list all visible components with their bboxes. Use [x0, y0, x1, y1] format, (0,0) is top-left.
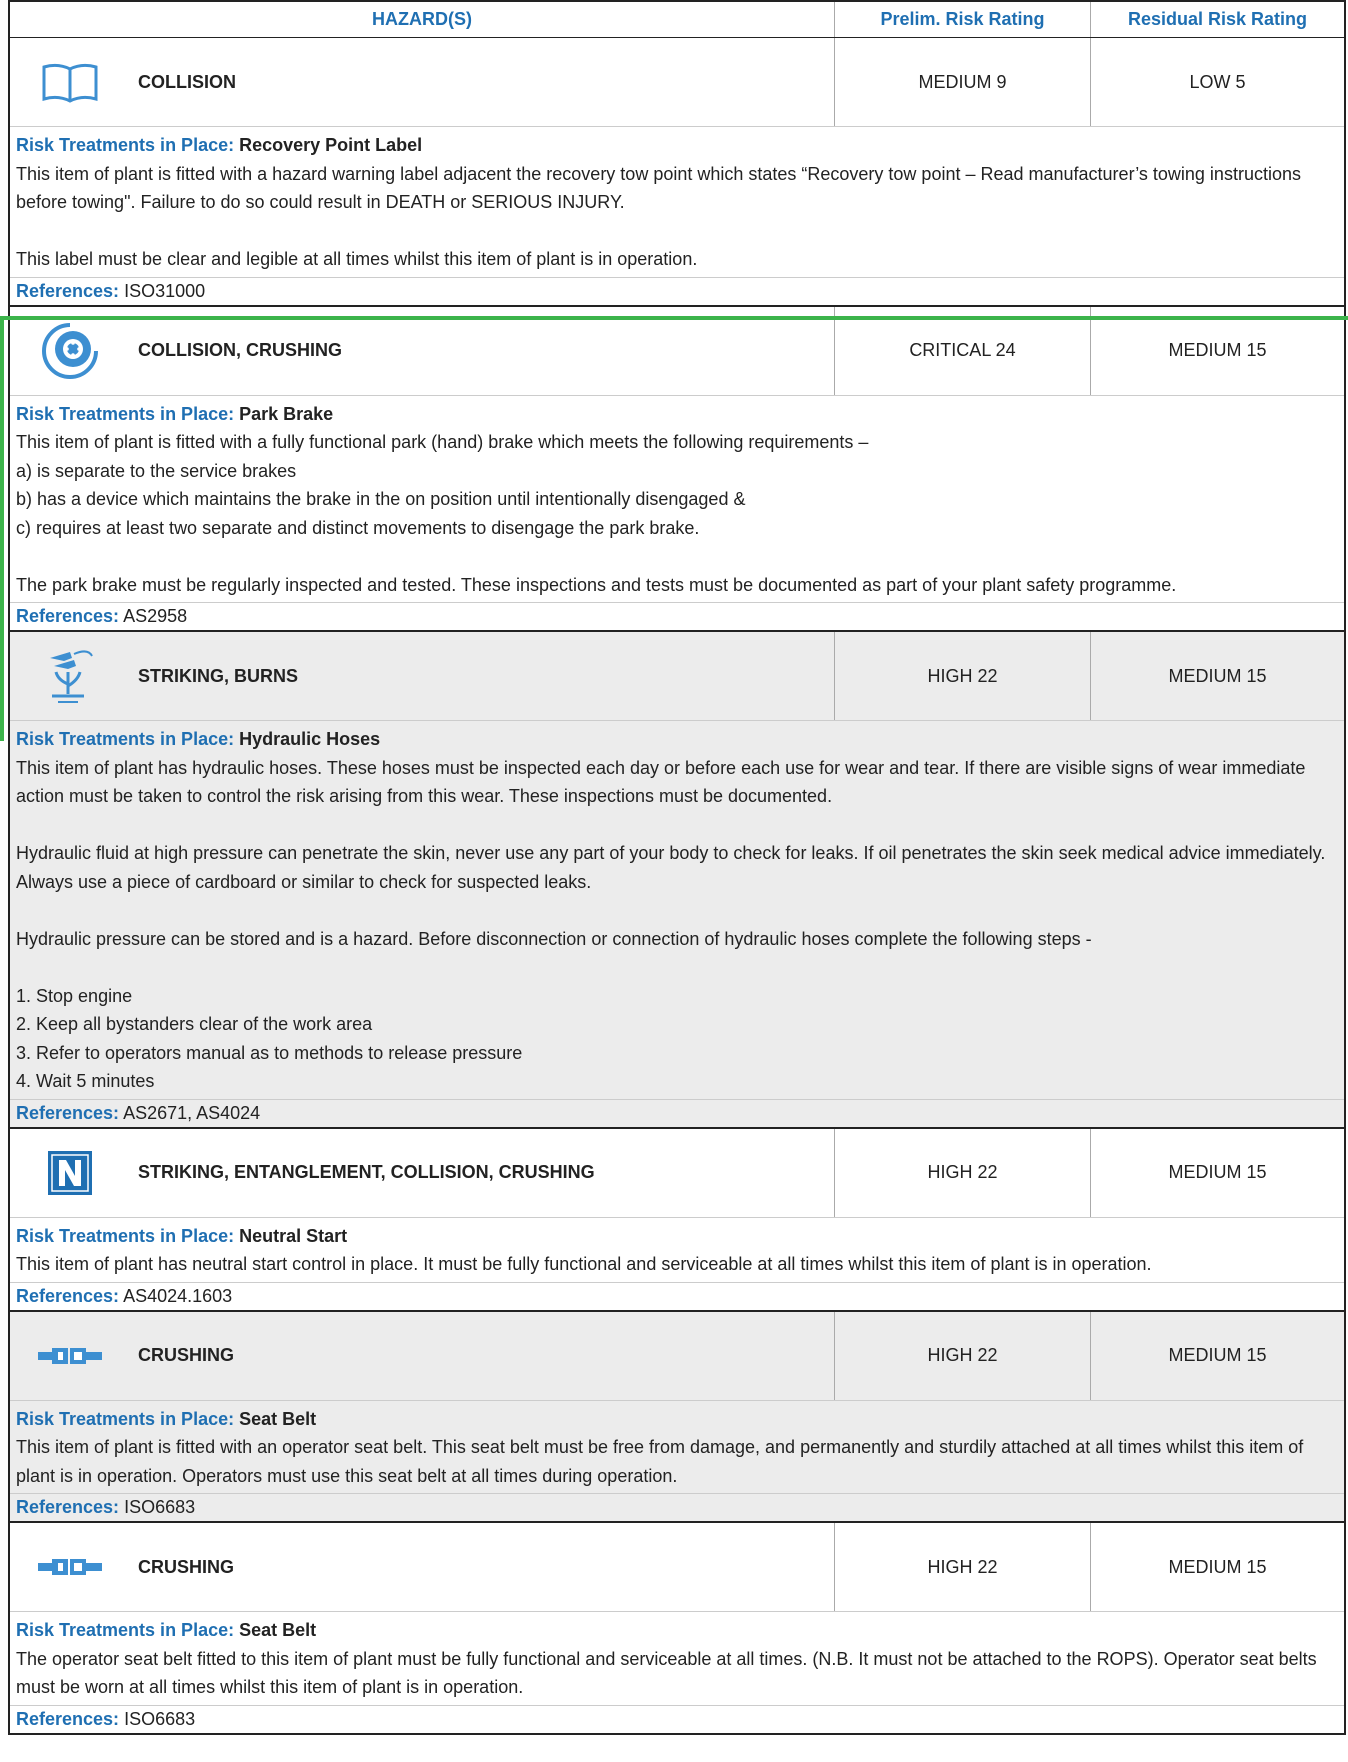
- header-residual-rating: Residual Risk Rating: [1127, 9, 1308, 29]
- prelim-rating: HIGH 22: [835, 1311, 1091, 1400]
- treatment-text: This item of plant is fitted with an ope…: [16, 1437, 1309, 1486]
- prelim-rating: MEDIUM 9: [835, 38, 1091, 126]
- treatment-text: This item of plant has hydraulic hoses. …: [16, 757, 1326, 1092]
- table-header: HAZARD(S) Prelim. Risk Rating Residual R…: [8, 0, 1346, 38]
- references-label: References:: [16, 1102, 120, 1123]
- prelim-rating: HIGH 22: [835, 1523, 1091, 1611]
- treatment-name: Seat Belt: [239, 1408, 317, 1429]
- hazard-row: CRUSHING HIGH 22 MEDIUM 15 Risk Treatmen…: [8, 1523, 1346, 1735]
- references-label: References:: [16, 280, 120, 301]
- treatment-name: Seat Belt: [239, 1620, 317, 1640]
- risk-assessment-table: HAZARD(S) Prelim. Risk Rating Residual R…: [8, 0, 1346, 1735]
- hazard-row: COLLISION, CRUSHING CRITICAL 24 MEDIUM 1…: [8, 306, 1346, 632]
- treatment-text: This item of plant has neutral start con…: [16, 1254, 1152, 1274]
- treatments-label: Risk Treatments in Place:: [16, 403, 235, 424]
- references: References: AS2671, AS4024: [10, 1098, 1344, 1127]
- treatment-section: Risk Treatments in Place: Neutral Start …: [10, 1218, 1344, 1282]
- brake-icon: [10, 307, 130, 395]
- hazard-title: COLLISION, CRUSHING: [138, 340, 343, 360]
- hazard-row: COLLISION MEDIUM 9 LOW 5 Risk Treatments…: [8, 38, 1346, 307]
- references: References: AS2958: [10, 602, 1344, 630]
- hazard-title: CRUSHING: [138, 1556, 235, 1577]
- treatment-section: Risk Treatments in Place: Park Brake Thi…: [10, 396, 1344, 603]
- references: References: ISO6683: [10, 1704, 1344, 1733]
- residual-rating: MEDIUM 15: [1168, 1556, 1267, 1577]
- header-prelim-rating: Prelim. Risk Rating: [835, 2, 1091, 37]
- treatment-text: This item of plant is fitted with a full…: [16, 432, 1177, 595]
- treatment-name: Recovery Point Label: [239, 135, 423, 155]
- references-label: References:: [16, 1708, 120, 1729]
- treatment-text: This item of plant is fitted with a haza…: [16, 163, 1301, 270]
- hazard-title: STRIKING, ENTANGLEMENT, COLLISION, CRUSH…: [138, 1162, 595, 1182]
- hazard-summary: CRUSHING HIGH 22 MEDIUM 15: [10, 1523, 1344, 1612]
- treatments-label: Risk Treatments in Place:: [16, 135, 235, 155]
- hazard-summary: STRIKING, BURNS HIGH 22 MEDIUM 15: [10, 632, 1344, 721]
- hazard-title: CRUSHING: [138, 1345, 235, 1365]
- header-hazards: HAZARD(S): [10, 2, 835, 37]
- hydraulic-hose-icon: [10, 632, 130, 720]
- residual-rating: MEDIUM 15: [1168, 1162, 1267, 1182]
- references: References: AS4024.1603: [10, 1281, 1344, 1310]
- treatment-section: Risk Treatments in Place: Hydraulic Hose…: [10, 721, 1344, 1099]
- hazard-summary: STRIKING, ENTANGLEMENT, COLLISION, CRUSH…: [10, 1128, 1344, 1218]
- treatment-section: Risk Treatments in Place: Recovery Point…: [10, 127, 1344, 277]
- residual-rating: MEDIUM 15: [1168, 1345, 1267, 1365]
- residual-rating: MEDIUM 15: [1168, 665, 1267, 686]
- references-value: AS2958: [123, 606, 188, 626]
- seat-belt-icon: [10, 1523, 130, 1611]
- residual-rating: LOW 5: [1189, 71, 1246, 92]
- hazard-row: STRIKING, ENTANGLEMENT, COLLISION, CRUSH…: [8, 1128, 1346, 1312]
- treatments-label: Risk Treatments in Place:: [16, 1408, 235, 1429]
- references-label: References:: [16, 606, 120, 626]
- prelim-rating: CRITICAL 24: [835, 306, 1091, 395]
- treatment-name: Neutral Start: [239, 1225, 348, 1246]
- seat-belt-icon: [10, 1312, 130, 1400]
- references: References: ISO6683: [10, 1493, 1344, 1521]
- hazard-summary: COLLISION, CRUSHING CRITICAL 24 MEDIUM 1…: [10, 306, 1344, 396]
- treatments-label: Risk Treatments in Place:: [16, 729, 235, 749]
- treatment-section: Risk Treatments in Place: Seat Belt This…: [10, 1400, 1344, 1493]
- treatment-section: Risk Treatments in Place: Seat Belt The …: [10, 1612, 1344, 1705]
- hazard-row: STRIKING, BURNS HIGH 22 MEDIUM 15 Risk T…: [8, 632, 1346, 1129]
- references-value: ISO6683: [124, 1708, 196, 1729]
- references-value: ISO6683: [124, 1497, 196, 1517]
- treatment-name: Hydraulic Hoses: [239, 729, 381, 749]
- treatments-label: Risk Treatments in Place:: [16, 1225, 235, 1246]
- references-label: References:: [16, 1285, 120, 1306]
- references-value: ISO31000: [124, 280, 206, 301]
- treatments-label: Risk Treatments in Place:: [16, 1620, 235, 1640]
- prelim-rating: HIGH 22: [835, 1128, 1091, 1217]
- treatment-name: Park Brake: [239, 403, 334, 424]
- residual-rating: MEDIUM 15: [1168, 340, 1267, 360]
- hazard-title: STRIKING, BURNS: [138, 665, 299, 686]
- hazard-summary: CRUSHING HIGH 22 MEDIUM 15: [10, 1311, 1344, 1401]
- references: References: ISO31000: [10, 276, 1344, 305]
- prelim-rating: HIGH 22: [835, 632, 1091, 720]
- treatment-text: The operator seat belt fitted to this it…: [16, 1648, 1322, 1698]
- neutral-n-icon: [10, 1129, 130, 1217]
- hazard-title: COLLISION: [138, 71, 236, 92]
- book-icon: [10, 38, 130, 126]
- hazard-summary: COLLISION MEDIUM 9 LOW 5: [10, 38, 1344, 127]
- hazard-row: CRUSHING HIGH 22 MEDIUM 15 Risk Treatmen…: [8, 1311, 1346, 1523]
- references-label: References:: [16, 1497, 120, 1517]
- references-value: AS2671, AS4024: [123, 1102, 261, 1123]
- references-value: AS4024.1603: [123, 1285, 233, 1306]
